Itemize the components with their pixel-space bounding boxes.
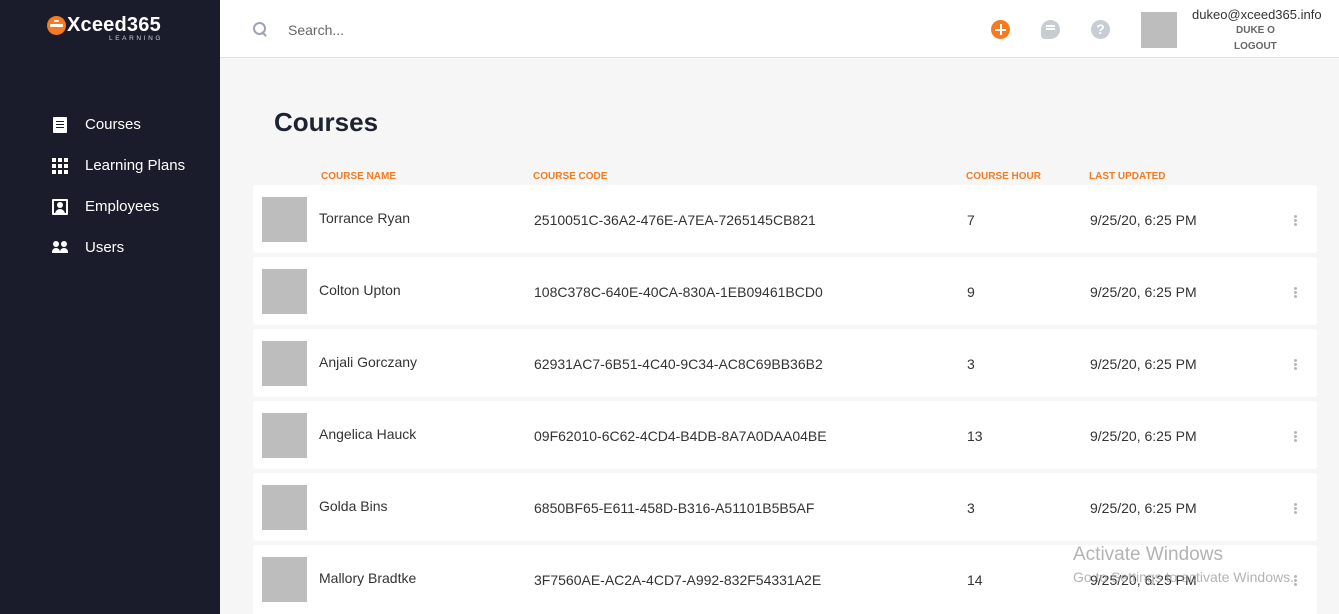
brand-mark-icon [47, 16, 66, 35]
course-thumbnail [262, 557, 307, 602]
course-hour: 14 [967, 572, 983, 588]
user-name: DUKE O [1236, 25, 1275, 36]
table-row[interactable]: Colton Upton 108C378C-640E-40CA-830A-1EB… [253, 257, 1317, 325]
user-email: dukeo@xceed365.info [1192, 7, 1322, 22]
sidebar: Xceed365 LEARNING Courses Learning Plans… [0, 0, 220, 614]
course-thumbnail [262, 269, 307, 314]
course-thumbnail [262, 197, 307, 242]
course-hour: 13 [967, 428, 983, 444]
course-name: Colton Upton [319, 282, 401, 298]
last-updated: 9/25/20, 6:25 PM [1090, 356, 1197, 372]
course-thumbnail [262, 485, 307, 530]
search-icon[interactable] [253, 22, 267, 36]
more-options-icon[interactable] [1293, 502, 1297, 516]
top-header: ? dukeo@xceed365.info DUKE O LOGOUT [220, 0, 1339, 58]
course-name: Angelica Hauck [319, 426, 417, 442]
course-code: 09F62010-6C62-4CD4-B4DB-8A7A0DAA04BE [534, 428, 827, 444]
sidebar-item-label: Learning Plans [85, 157, 186, 174]
column-header-course-name[interactable]: COURSE NAME [321, 171, 396, 182]
contact-card-icon [52, 198, 68, 215]
search-input[interactable] [288, 18, 588, 42]
logout-link[interactable]: LOGOUT [1234, 41, 1277, 52]
more-options-icon[interactable] [1293, 286, 1297, 300]
course-hour: 9 [967, 284, 975, 300]
sidebar-item-courses[interactable]: Courses [0, 104, 220, 145]
brand-name: Xceed365 [67, 14, 161, 36]
brand-tagline: LEARNING [109, 35, 164, 42]
table-row[interactable]: Anjali Gorczany 62931AC7-6B51-4C40-9C34-… [253, 329, 1317, 397]
course-code: 2510051C-36A2-476E-A7EA-7265145CB821 [534, 212, 816, 228]
sidebar-item-users[interactable]: Users [0, 227, 220, 268]
last-updated: 9/25/20, 6:25 PM [1090, 500, 1197, 516]
grid-icon [52, 157, 68, 174]
course-thumbnail [262, 413, 307, 458]
add-icon[interactable] [991, 20, 1010, 39]
activation-watermark-title: Activate Windows [1073, 544, 1223, 565]
table-row[interactable]: Torrance Ryan 2510051C-36A2-476E-A7EA-72… [253, 185, 1317, 253]
last-updated: 9/25/20, 6:25 PM [1090, 284, 1197, 300]
brand-logo[interactable]: Xceed365 LEARNING [47, 14, 187, 46]
more-options-icon[interactable] [1293, 430, 1297, 444]
course-name: Anjali Gorczany [319, 354, 418, 370]
document-icon [53, 116, 67, 133]
sidebar-nav: Courses Learning Plans Employees Users [0, 104, 220, 268]
sidebar-item-employees[interactable]: Employees [0, 186, 220, 227]
last-updated: 9/25/20, 6:25 PM [1090, 212, 1197, 228]
course-hour: 3 [967, 500, 975, 516]
column-header-course-code[interactable]: COURSE CODE [533, 171, 607, 182]
table-row[interactable]: Angelica Hauck 09F62010-6C62-4CD4-B4DB-8… [253, 401, 1317, 469]
column-header-last-updated[interactable]: LAST UPDATED [1089, 171, 1165, 182]
more-options-icon[interactable] [1293, 214, 1297, 228]
course-name: Mallory Bradtke [319, 570, 417, 586]
course-code: 108C378C-640E-40CA-830A-1EB09461BCD0 [534, 284, 823, 300]
column-header-course-hour[interactable]: COURSE HOUR [966, 171, 1041, 182]
course-hour: 3 [967, 356, 975, 372]
activation-watermark-subtitle: Go to Settings to activate Windows. [1073, 569, 1294, 585]
course-thumbnail [262, 341, 307, 386]
sidebar-item-label: Employees [85, 198, 160, 215]
course-name: Golda Bins [319, 498, 388, 514]
help-icon[interactable]: ? [1091, 20, 1110, 39]
last-updated: 9/25/20, 6:25 PM [1090, 428, 1197, 444]
users-icon [52, 240, 68, 256]
sidebar-item-label: Courses [85, 116, 141, 133]
course-hour: 7 [967, 212, 975, 228]
sidebar-item-learning-plans[interactable]: Learning Plans [0, 145, 220, 186]
avatar[interactable] [1141, 12, 1177, 48]
page-title: Courses [274, 107, 379, 137]
sidebar-item-label: Users [85, 239, 125, 256]
course-name: Torrance Ryan [319, 210, 411, 226]
more-options-icon[interactable] [1293, 358, 1297, 372]
course-code: 62931AC7-6B51-4C40-9C34-AC8C69BB36B2 [534, 356, 823, 372]
course-code: 3F7560AE-AC2A-4CD7-A992-832F54331A2E [534, 572, 822, 588]
course-code: 6850BF65-E611-458D-B316-A51101B5B5AF [534, 500, 815, 516]
table-row[interactable]: Golda Bins 6850BF65-E611-458D-B316-A5110… [253, 473, 1317, 541]
chat-icon[interactable] [1041, 20, 1060, 39]
